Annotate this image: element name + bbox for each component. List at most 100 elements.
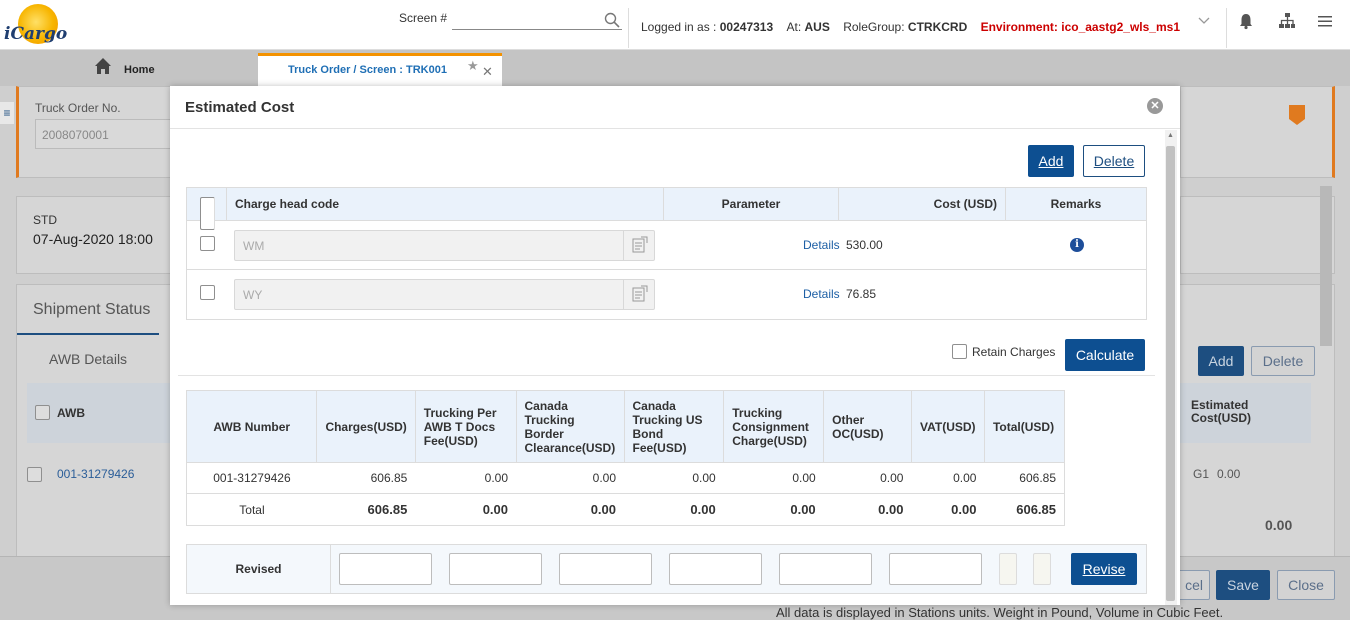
home-tab[interactable]: Home (94, 56, 155, 76)
charges-grid: Charge head code Parameter Cost (USD) Re… (186, 187, 1147, 320)
revised-us-bond-fee-input[interactable] (669, 553, 762, 585)
col-parameter: Parameter (664, 188, 839, 221)
tab-bar: Home Truck Order / Screen : TRK001 ★ ✕ (0, 50, 1350, 86)
login-info: Logged in as : 00247313 At: AUS RoleGrou… (641, 20, 1180, 34)
charge-head-code-input[interactable]: WY (234, 279, 655, 310)
truck-order-panel: Truck Order No. 2008070001 (16, 86, 176, 178)
total-us-bond-fee: 0.00 (624, 493, 724, 526)
charges-grid-header: Charge head code Parameter Cost (USD) Re… (187, 188, 1146, 230)
revise-button-label: Revise (1082, 561, 1126, 577)
row-code: G1 (1193, 467, 1210, 481)
revise-button[interactable]: Revise (1071, 553, 1137, 585)
dialog-scrollbar-thumb[interactable] (1166, 146, 1175, 601)
std-panel-right (1180, 196, 1335, 274)
bg-add-button[interactable]: Add (1198, 346, 1244, 376)
charge-cost: 76.85 (846, 287, 877, 301)
sitemap-icon[interactable] (1278, 12, 1296, 30)
tab-shipment-status[interactable]: Shipment Status (33, 301, 150, 319)
delete-button[interactable]: Delete (1083, 145, 1145, 177)
page-scrollbar[interactable] (1320, 186, 1332, 346)
summary-total-row: Total 606.85 0.00 0.00 0.00 0.00 0.00 0.… (186, 493, 1065, 526)
charge-cost: 530.00 (846, 238, 883, 252)
add-button[interactable]: Add (1028, 145, 1074, 177)
add-button-label: Add (1038, 153, 1064, 169)
tab-close-icon[interactable]: ✕ (482, 64, 493, 80)
summary-header-row: AWB Number Charges(USD) Trucking Per AWB… (186, 390, 1065, 463)
row-estimated-cost: 0.00 (1217, 467, 1241, 481)
dialog-header-divider (170, 128, 1180, 129)
home-tab-label: Home (124, 64, 155, 76)
logged-in-label: Logged in as : (641, 20, 717, 34)
revised-total-input[interactable] (1033, 553, 1051, 585)
dialog-close-icon[interactable]: ✕ (1147, 98, 1163, 114)
awb-link[interactable]: 001-31279426 (57, 467, 134, 481)
bg-close-button[interactable]: Close (1277, 570, 1335, 600)
tab-awb-details[interactable]: AWB Details (49, 351, 127, 367)
revised-consignment-input[interactable] (779, 553, 872, 585)
chevron-down-icon[interactable] (1197, 13, 1211, 27)
charge-head-code-input[interactable]: WM (234, 230, 655, 261)
lov-icon[interactable] (623, 231, 654, 260)
col-cost: Cost (USD) (839, 188, 1006, 221)
calculate-button[interactable]: Calculate (1065, 339, 1145, 371)
cost-summary-table: AWB Number Charges(USD) Trucking Per AWB… (186, 390, 1065, 526)
scroll-up-arrow-icon[interactable]: ▲ (1167, 132, 1174, 139)
col-remarks: Remarks (1050, 197, 1102, 211)
details-link[interactable]: Details (803, 238, 840, 252)
screen-search-input[interactable] (452, 11, 622, 30)
truck-order-label: Truck Order No. (35, 101, 121, 115)
bell-icon[interactable] (1237, 12, 1255, 30)
header-divider (1226, 8, 1227, 48)
total-vat: 0.00 (911, 493, 985, 526)
col-consignment-charge: Trucking Consignment Charge(USD) (723, 390, 825, 463)
search-icon[interactable] (604, 12, 620, 28)
cell-consignment-charge: 0.00 (723, 462, 824, 494)
icargo-logo[interactable]: iCargo (4, 4, 67, 48)
row-checkbox[interactable] (27, 467, 42, 482)
revised-border-clearance-input[interactable] (559, 553, 652, 585)
revised-other-oc-input[interactable] (889, 553, 982, 585)
col-other-oc: Other OC(USD) (823, 390, 912, 463)
total-estimated-cost: 0.00 (1265, 517, 1293, 533)
charge-head-code-value: WM (243, 239, 265, 253)
retain-charges-label: Retain Charges (972, 344, 1056, 359)
cell-awb-number: 001-31279426 (186, 462, 317, 494)
dialog-title: Estimated Cost (185, 99, 295, 116)
revised-charges-input[interactable] (339, 553, 432, 585)
charge-row-checkbox[interactable] (200, 236, 215, 251)
retain-charges[interactable]: Retain Charges (952, 344, 1055, 359)
delete-button-label: Delete (1093, 153, 1135, 169)
charge-head-code-value: WY (243, 288, 263, 302)
sidebar-toggle-icon[interactable]: ≡ (0, 102, 14, 124)
header-divider (628, 8, 629, 48)
truck-order-panel-right (1180, 86, 1335, 178)
units-footer-note: All data is displayed in Stations units.… (776, 605, 1224, 620)
truck-order-input[interactable]: 2008070001 (35, 119, 175, 149)
menu-icon[interactable] (1316, 12, 1334, 30)
favorite-star-icon[interactable]: ★ (467, 58, 479, 74)
charge-row-checkbox[interactable] (200, 285, 215, 300)
estimated-cost-column-header: Estimated Cost(USD) (1191, 398, 1251, 425)
col-trucking-docs-fee: Trucking Per AWB T Docs Fee(USD) (415, 390, 517, 463)
revised-row: Revised Revise (186, 544, 1147, 594)
col-charge-head-code: Charge head code (227, 188, 664, 221)
bg-delete-button[interactable]: Delete (1251, 346, 1315, 376)
lov-icon[interactable] (623, 280, 654, 309)
details-link[interactable]: Details (803, 287, 840, 301)
environment-label: Environment: ico_aastg2_wls_ms1 (980, 20, 1180, 34)
col-border-clearance: Canada Trucking Border Clearance(USD) (516, 390, 625, 463)
retain-charges-checkbox[interactable] (952, 344, 967, 359)
info-icon[interactable]: i (1070, 238, 1084, 252)
cell-charges: 606.85 (316, 462, 416, 494)
select-all-checkbox[interactable] (35, 405, 50, 420)
total-trucking-docs-fee: 0.00 (415, 493, 517, 526)
total-label: Total (186, 493, 317, 526)
revised-label: Revised (187, 545, 331, 593)
section-divider (178, 375, 1155, 376)
revised-docs-fee-input[interactable] (449, 553, 542, 585)
at-label: At: (786, 20, 802, 34)
tab-truck-order[interactable]: Truck Order / Screen : TRK001 ★ ✕ (258, 53, 502, 86)
bg-save-button[interactable]: Save (1216, 570, 1270, 600)
revised-vat-input[interactable] (999, 553, 1017, 585)
close-badge-icon[interactable] (1289, 105, 1305, 125)
